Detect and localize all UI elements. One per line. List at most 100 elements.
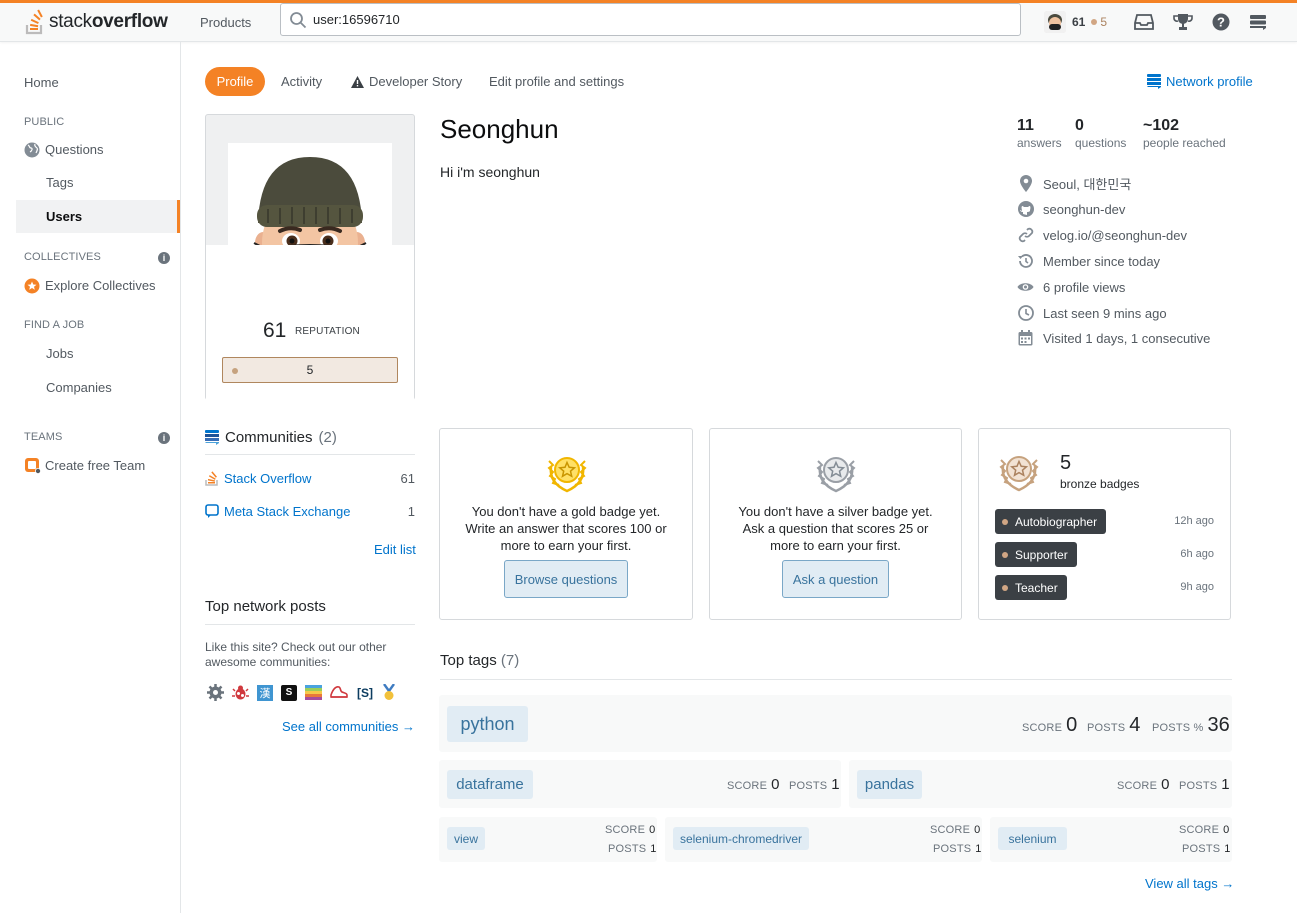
tag-posts: POSTS 1 <box>1182 843 1231 855</box>
tag-python[interactable]: python <box>447 706 528 742</box>
site-switcher-icon[interactable] <box>1249 13 1267 31</box>
community-stack-overflow[interactable]: Stack Overflow 61 <box>205 471 415 486</box>
ask-question-button[interactable]: Ask a question <box>782 560 889 598</box>
badge-teacher[interactable]: Teacher <box>995 575 1067 600</box>
search-input[interactable] <box>313 12 963 27</box>
nav-jobs[interactable]: Jobs <box>46 337 180 370</box>
meta-website[interactable]: velog.io/@seonghun-dev <box>1017 226 1187 244</box>
profile-name: Seonghun <box>440 114 559 144</box>
bronze-badge-label: bronze badges <box>1060 477 1140 491</box>
stack-exchange-icon <box>205 430 219 445</box>
left-sidebar: Home PUBLIC Questions Tags Users COLLECT… <box>0 42 181 913</box>
globe-icon <box>24 142 40 157</box>
network-profile-link[interactable]: Network profile <box>1147 74 1253 89</box>
reputation-label: REPUTATION <box>295 326 360 337</box>
kanji-site-icon[interactable]: 漢 <box>257 684 273 701</box>
nav-create-team[interactable]: Create free Team <box>24 449 180 482</box>
nav-section-collectives: COLLECTIVES i <box>24 251 180 264</box>
bronze-badge-card: 5 bronze badges Autobiographer 12h ago S… <box>978 428 1231 620</box>
community-meta-stack-exchange[interactable]: Meta Stack Exchange 1 <box>205 504 415 519</box>
edit-list-link[interactable]: Edit list <box>374 542 416 557</box>
inbox-icon[interactable] <box>1134 13 1154 31</box>
info-icon[interactable]: i <box>158 432 170 444</box>
tag-score: SCORE 0 <box>727 776 780 793</box>
tag-dataframe[interactable]: dataframe <box>447 770 533 799</box>
tab-edit-profile[interactable]: Edit profile and settings <box>489 67 624 96</box>
user-card-link[interactable]: 61 5 <box>1044 3 1107 41</box>
s-bracket-site-icon[interactable]: [S] <box>356 685 374 701</box>
nav-section-public: PUBLIC <box>24 116 65 128</box>
tag-posts: POSTS 1 <box>933 843 982 855</box>
tag-score: SCORE 0 <box>1179 824 1230 836</box>
top-network-posts-header: Top network posts <box>205 598 415 625</box>
tag-row-python: python SCORE 0 POSTS 4 POSTS % 36 <box>439 695 1232 752</box>
achievements-icon[interactable] <box>1173 13 1193 31</box>
gear-site-icon[interactable] <box>207 684 224 701</box>
calendar-icon <box>1018 330 1033 346</box>
communities-header: Communities (2) <box>205 429 415 455</box>
badge-time: 9h ago <box>1180 581 1214 593</box>
view-all-tags-link[interactable]: View all tags → <box>1145 876 1234 891</box>
meta-profile-views: 6 profile views <box>1017 278 1125 296</box>
tag-selenium-chromedriver[interactable]: selenium-chromedriver <box>673 827 809 850</box>
clock-icon <box>1017 305 1034 321</box>
nav-users[interactable]: Users <box>16 200 180 233</box>
tag-posts: POSTS 1 <box>789 776 840 793</box>
top-bar: stackoverflow Products 61 5 ? <box>0 0 1297 42</box>
bug-site-icon[interactable] <box>232 684 249 701</box>
silver-badge-icon <box>816 457 856 493</box>
nav-questions[interactable]: Questions <box>24 133 180 166</box>
tag-posts-pct: POSTS % 36 <box>1152 714 1230 736</box>
search-bar[interactable] <box>280 3 1021 36</box>
community-icons: 漢 S [S] <box>207 684 396 701</box>
see-all-communities-link[interactable]: See all communities → <box>282 719 415 734</box>
tag-row-selenium-chromedriver: selenium-chromedriver SCORE 0 POSTS 1 <box>665 817 982 862</box>
gold-badge-icon <box>547 457 587 493</box>
tag-pandas[interactable]: pandas <box>857 770 922 799</box>
palette-site-icon[interactable] <box>305 685 322 700</box>
badge-time: 12h ago <box>1174 515 1214 527</box>
top-tags-header: Top tags (7) <box>440 652 1232 680</box>
location-pin-icon <box>1019 174 1032 192</box>
nav-companies[interactable]: Companies <box>46 371 180 404</box>
tag-row-view: view SCORE 0 POSTS 1 <box>439 817 657 862</box>
shoe-site-icon[interactable] <box>330 685 348 700</box>
meta-github[interactable]: seonghun-dev <box>1017 200 1125 218</box>
s-site-icon[interactable]: S <box>281 684 297 701</box>
bronze-badge-icon <box>999 456 1039 492</box>
badge-time: 6h ago <box>1180 548 1214 560</box>
nav-tags[interactable]: Tags <box>46 166 180 199</box>
tab-developer-story[interactable]: Developer Story <box>350 67 462 96</box>
reputation-value: 61 <box>263 319 287 342</box>
tag-posts: POSTS 1 <box>608 843 657 855</box>
gold-badge-message: You don't have a gold badge yet. Write a… <box>465 504 667 553</box>
tag-selenium[interactable]: selenium <box>998 827 1067 850</box>
github-icon <box>1017 201 1034 217</box>
info-icon[interactable]: i <box>158 252 170 264</box>
medal-site-icon[interactable] <box>382 684 396 701</box>
help-icon[interactable]: ? <box>1212 13 1230 31</box>
stackoverflow-logo[interactable]: stackoverflow <box>24 3 168 41</box>
stackoverflow-logo-icon <box>25 9 43 35</box>
history-icon <box>1018 254 1033 268</box>
browse-questions-button[interactable]: Browse questions <box>504 560 628 598</box>
badge-supporter[interactable]: Supporter <box>995 542 1077 567</box>
eye-icon <box>1017 283 1034 291</box>
tag-score: SCORE 0 <box>1022 714 1078 736</box>
silver-badge-message: You don't have a silver badge yet. Ask a… <box>738 504 933 553</box>
reputation-count: 61 <box>1072 15 1086 29</box>
meta-member-since: Member since today <box>1017 252 1160 270</box>
gold-badge-card: You don't have a gold badge yet. Write a… <box>439 428 693 620</box>
nav-home[interactable]: Home <box>24 75 59 90</box>
tag-score: SCORE 0 <box>930 824 981 836</box>
badge-autobiographer[interactable]: Autobiographer <box>995 509 1107 534</box>
logo-text: stackoverflow <box>49 11 168 32</box>
bronze-badge-bar[interactable]: 5 <box>222 357 398 383</box>
search-icon <box>290 11 307 28</box>
products-menu[interactable]: Products <box>190 3 261 41</box>
tag-view[interactable]: view <box>447 827 485 850</box>
tab-activity[interactable]: Activity <box>281 67 322 96</box>
nav-explore-collectives[interactable]: Explore Collectives <box>24 269 180 302</box>
tab-profile[interactable]: Profile <box>205 67 265 96</box>
avatar <box>1044 11 1066 33</box>
